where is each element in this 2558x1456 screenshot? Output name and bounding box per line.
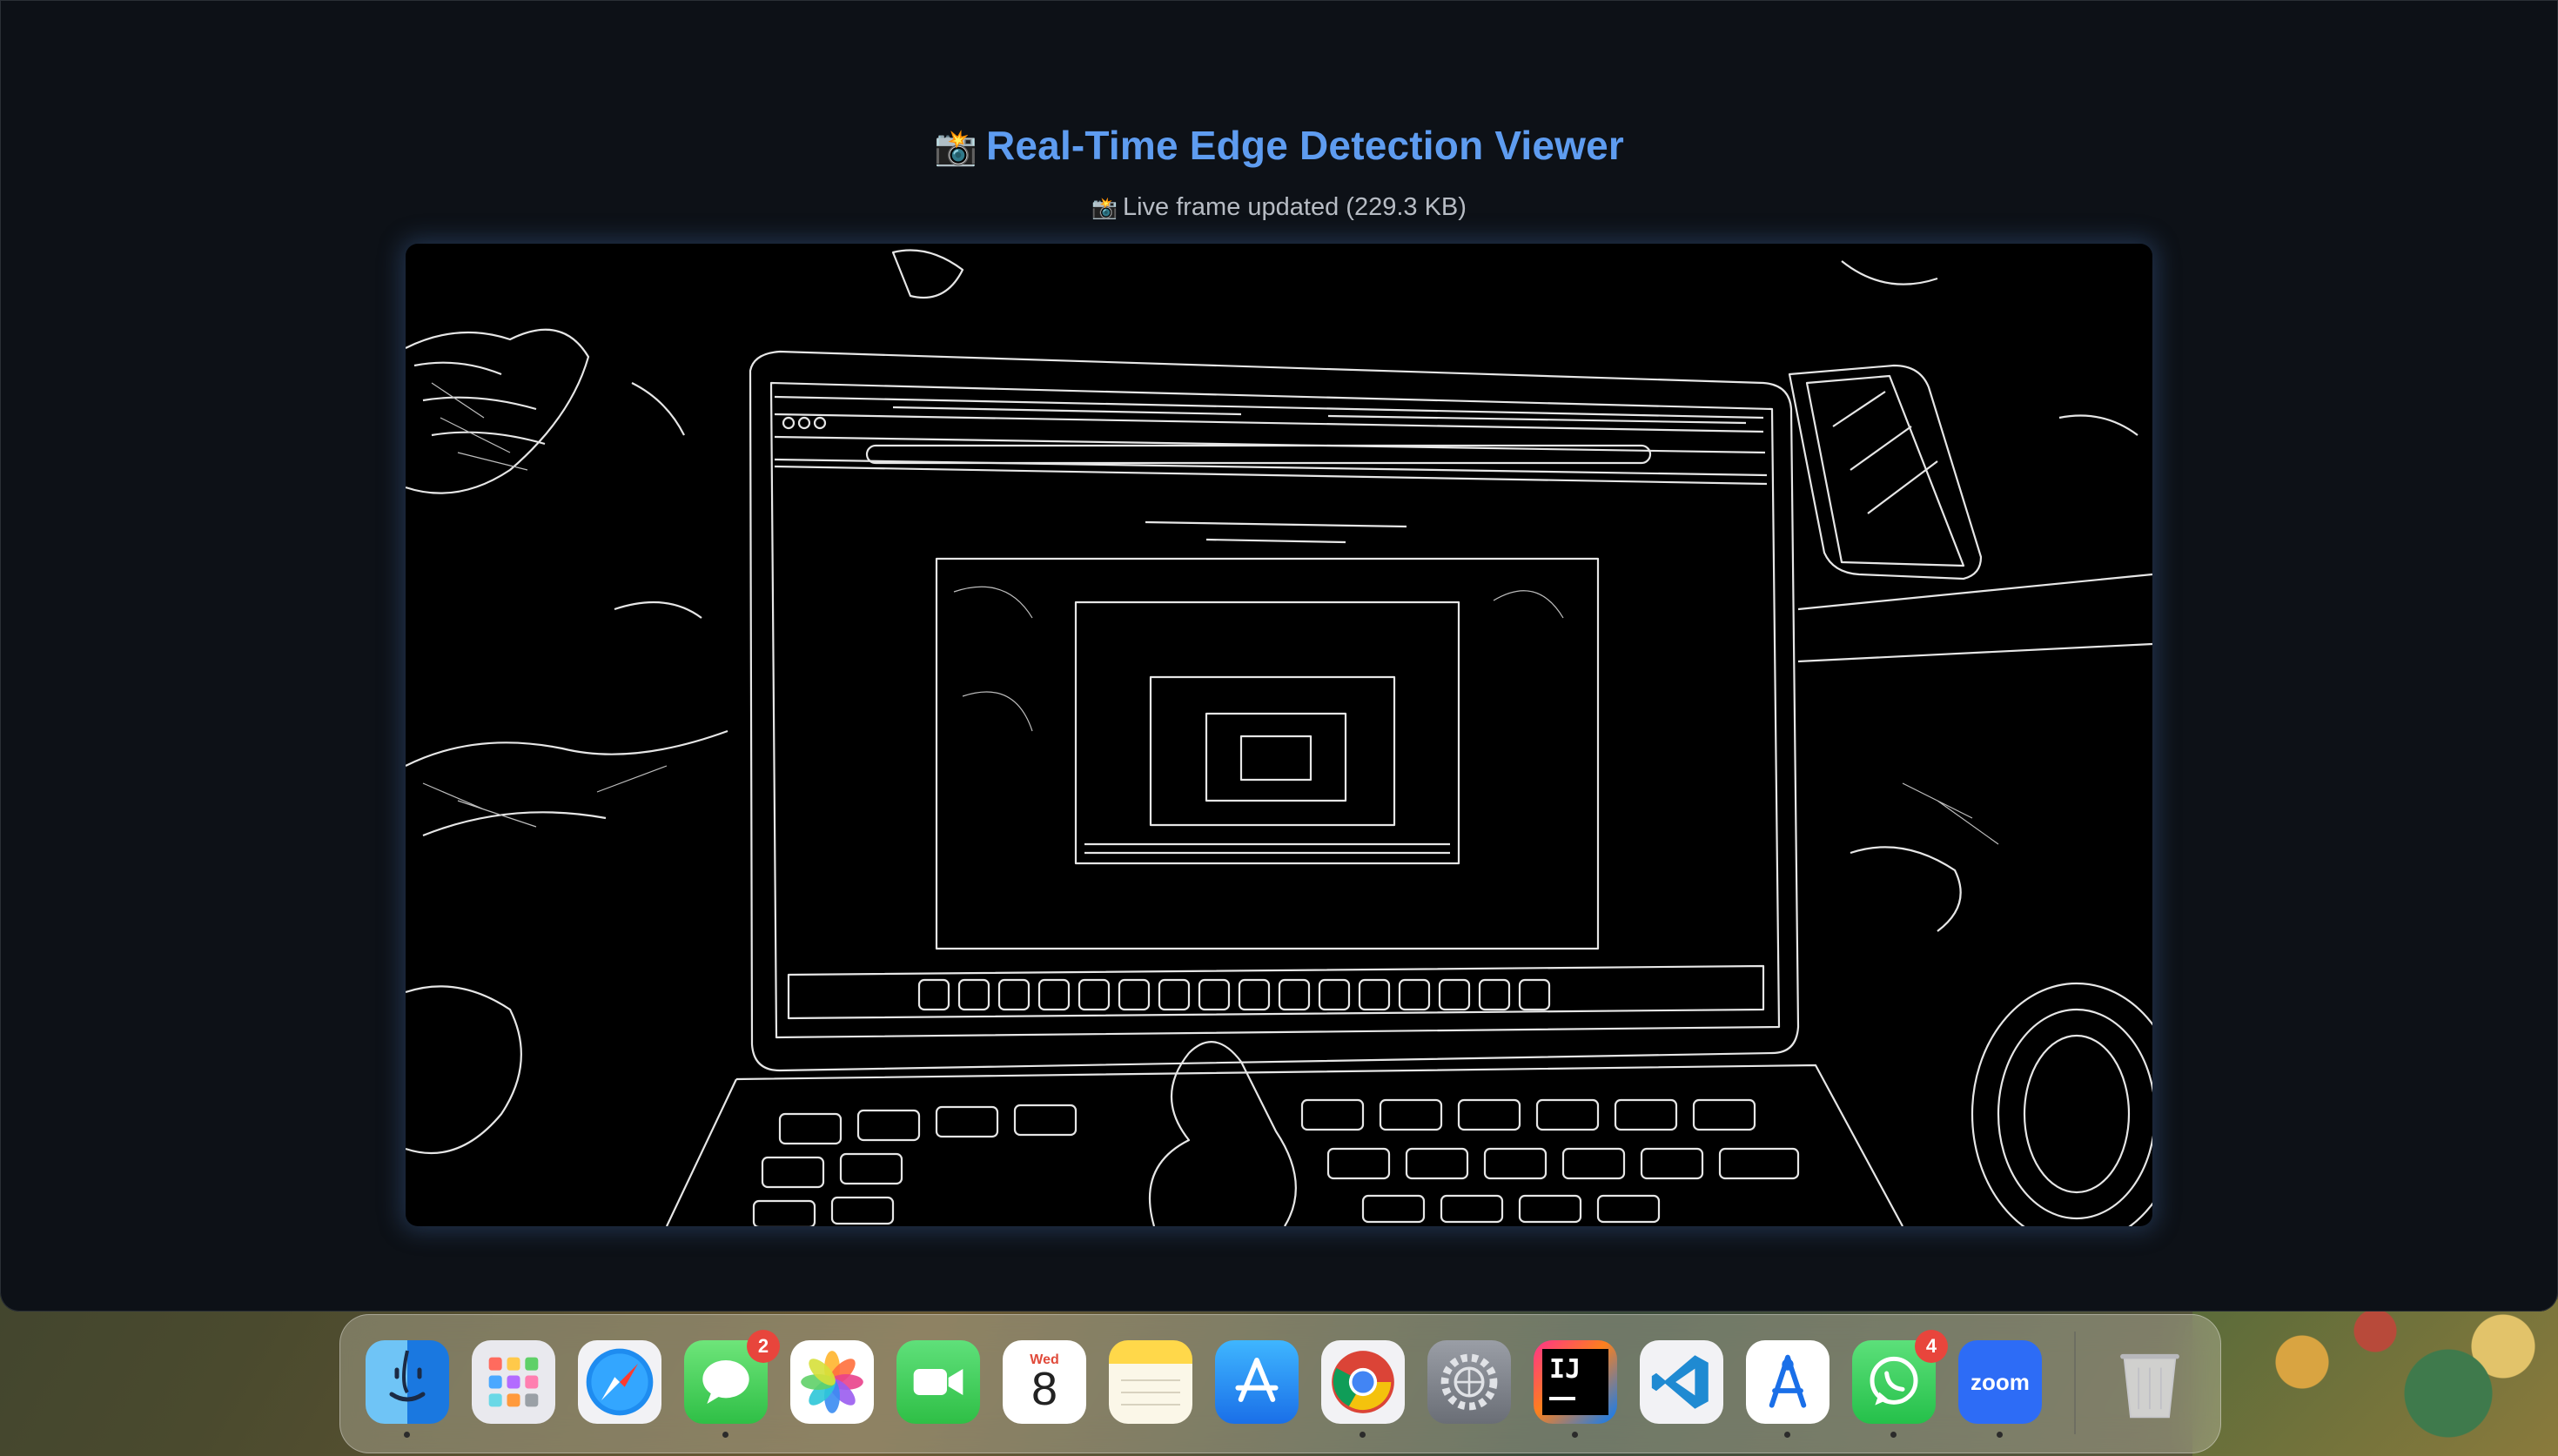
- dock-vscode[interactable]: [1640, 1340, 1723, 1424]
- running-indicator: [1784, 1432, 1790, 1438]
- frame-status-text: Live frame updated (229.3 KB): [1122, 193, 1467, 221]
- desktop-wallpaper: [2192, 1299, 2558, 1456]
- dock-instruments[interactable]: [1746, 1340, 1830, 1438]
- running-indicator: [722, 1432, 728, 1438]
- running-indicator: [1572, 1432, 1578, 1438]
- finder-icon: [389, 1350, 426, 1402]
- running-indicator: [1997, 1432, 2003, 1438]
- safari-icon: [586, 1348, 654, 1416]
- page-title-text: Real-Time Edge Detection Viewer: [985, 123, 1625, 168]
- dock-safari[interactable]: [578, 1340, 661, 1424]
- whatsapp-badge: 4: [1915, 1330, 1948, 1363]
- page-title: 📸 Real-Time Edge Detection Viewer: [0, 122, 2558, 169]
- dock-settings[interactable]: [1427, 1340, 1511, 1424]
- dock-intellij[interactable]: IJ: [1534, 1340, 1617, 1438]
- edge-image: [406, 249, 2152, 1226]
- running-indicator: [1890, 1432, 1897, 1438]
- dock-photos[interactable]: [790, 1340, 874, 1424]
- zoom-icon: zoom: [1971, 1368, 2030, 1395]
- running-indicator: [1360, 1432, 1366, 1438]
- launchpad-icon: [488, 1357, 539, 1407]
- messages-icon: [702, 1360, 749, 1404]
- dock-trash[interactable]: [2108, 1340, 2192, 1424]
- app-store-icon: [1235, 1358, 1279, 1402]
- facetime-icon: [913, 1369, 963, 1395]
- frame-status: 📸 Live frame updated (229.3 KB): [0, 193, 2558, 222]
- intellij-icon: IJ: [1542, 1349, 1608, 1415]
- camera-icon: 📸: [1091, 197, 1118, 220]
- dock-finder[interactable]: [366, 1340, 449, 1438]
- dock-launchpad[interactable]: [472, 1340, 555, 1424]
- intellij-underline: [1549, 1397, 1575, 1400]
- dock-chrome[interactable]: [1321, 1340, 1405, 1438]
- dock-calendar[interactable]: Wed 8: [1003, 1340, 1086, 1424]
- browser-window: 📸 Real-Time Edge Detection Viewer 📸 Live f…: [0, 0, 2558, 1312]
- running-indicator: [404, 1432, 410, 1438]
- intellij-icon-label: IJ: [1549, 1354, 1581, 1385]
- dock-app-store[interactable]: [1215, 1340, 1299, 1424]
- notes-icon: [1121, 1379, 1180, 1406]
- photos-icon: [801, 1351, 863, 1413]
- dock-separator: [2074, 1332, 2076, 1434]
- instruments-icon: [1769, 1354, 1807, 1408]
- vscode-icon: [1651, 1355, 1709, 1409]
- chrome-icon: [1332, 1351, 1394, 1413]
- whatsapp-icon: [1870, 1356, 1918, 1406]
- dock-facetime[interactable]: [896, 1340, 980, 1424]
- messages-badge: 2: [747, 1330, 780, 1363]
- trash-icon: [2120, 1353, 2179, 1419]
- edge-detection-frame: [406, 244, 2152, 1226]
- dock-whatsapp[interactable]: 4: [1852, 1330, 1948, 1438]
- dock-notes[interactable]: [1109, 1340, 1192, 1424]
- settings-icon: [1440, 1353, 1498, 1411]
- calendar-date: 8: [1031, 1363, 1058, 1415]
- camera-icon: 📸: [933, 129, 977, 167]
- dock-messages[interactable]: 2: [684, 1330, 780, 1438]
- dock-zoom[interactable]: zoom: [1958, 1340, 2042, 1438]
